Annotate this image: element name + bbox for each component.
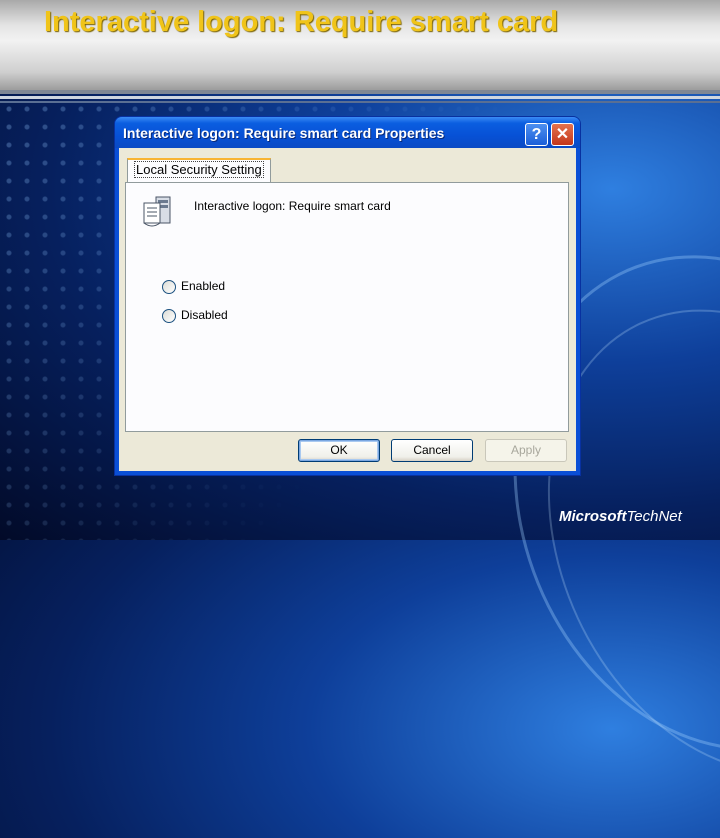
server-policy-icon [143,196,171,227]
logo-technet: TechNet [626,508,682,525]
dialog-client: Local Security Setting Interactive logon… [119,148,576,471]
enabled-label: Enabled [181,279,226,293]
tab-local-security-setting[interactable]: Local Security Setting [127,158,271,182]
slide-title: Interactive logon: Require smart card [44,6,559,38]
apply-button[interactable]: Apply [485,439,567,462]
enabled-option[interactable]: Enabled [162,279,225,294]
logo-microsoft: Microsoft [559,508,627,525]
dialog-titlebar[interactable]: Interactive logon: Require smart card Pr… [115,117,580,148]
header-rule [0,96,720,99]
disabled-option[interactable]: Disabled [162,308,228,323]
microsoft-technet-logo: MicrosoftTechNet [559,508,682,525]
header-rule [0,90,720,94]
radio-button[interactable] [162,308,176,323]
ok-button[interactable]: OK [298,439,380,462]
help-button[interactable]: ? [525,123,548,146]
cancel-button[interactable]: Cancel [391,439,473,462]
dialog-title: Interactive logon: Require smart card Pr… [123,125,445,141]
radio-button[interactable] [162,279,176,294]
close-button[interactable]: ✕ [551,123,574,146]
properties-dialog: Interactive logon: Require smart card Pr… [115,117,580,475]
tab-panel: Interactive logon: Require smart card En… [125,182,569,432]
slide-header: Interactive logon: Require smart card [0,0,720,90]
disabled-label: Disabled [181,308,228,322]
policy-name: Interactive logon: Require smart card [194,199,391,213]
tab-label: Local Security Setting [134,161,264,178]
